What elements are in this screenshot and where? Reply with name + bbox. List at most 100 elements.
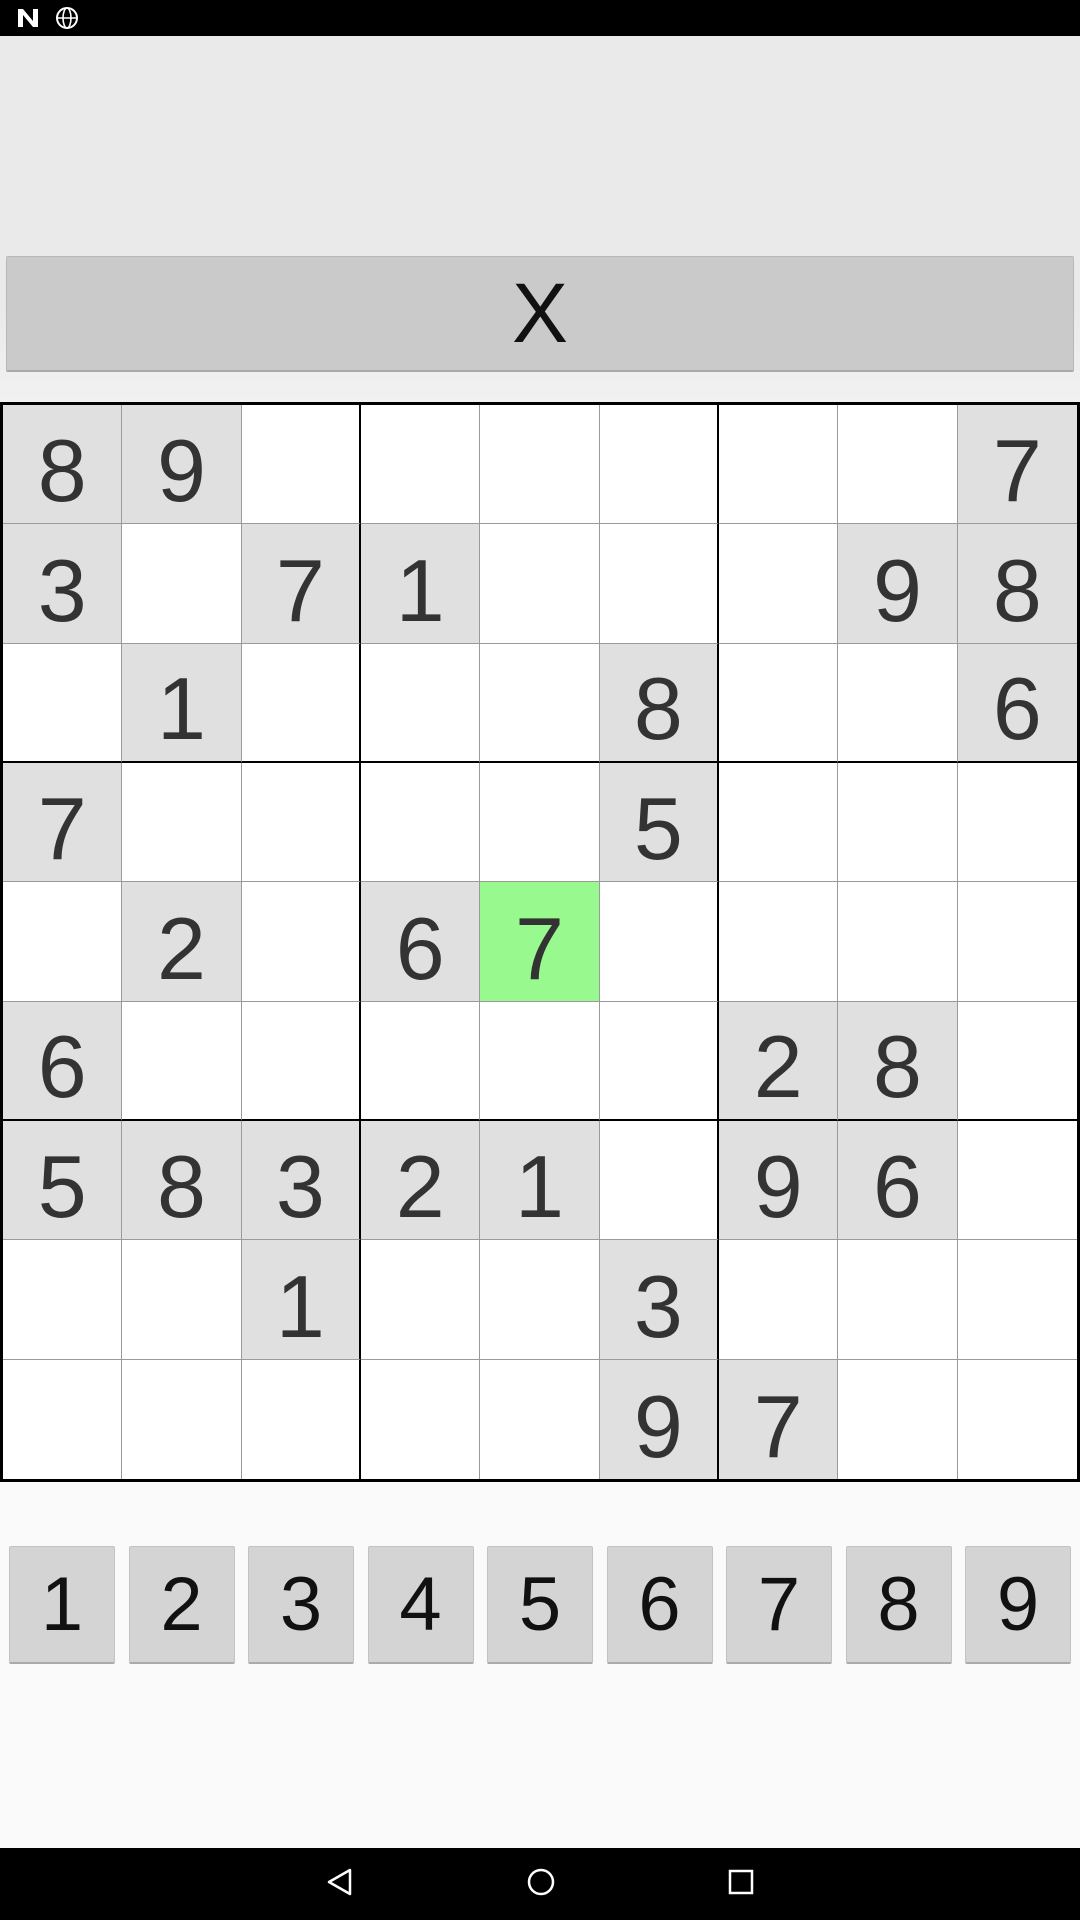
board-cell-r1c4[interactable] [361, 405, 481, 525]
board-cell-r5c7[interactable] [719, 882, 839, 1002]
board-cell-r1c9[interactable]: 7 [957, 405, 1077, 525]
board-cell-r4c7[interactable] [719, 763, 839, 883]
board-cell-r9c1[interactable] [3, 1359, 123, 1479]
app-header: X [0, 36, 1080, 402]
board-cell-r2c3[interactable]: 7 [241, 524, 361, 644]
board-cell-r8c4[interactable] [361, 1240, 481, 1360]
board-cell-r6c5[interactable] [480, 1001, 600, 1121]
board-cell-r3c1[interactable] [3, 643, 123, 763]
board-cell-r1c2[interactable]: 9 [122, 405, 242, 525]
board-cell-r5c3[interactable] [241, 882, 361, 1002]
board-cell-r7c8[interactable]: 6 [838, 1121, 958, 1241]
board-cell-r9c4[interactable] [361, 1359, 481, 1479]
home-icon[interactable] [526, 1867, 556, 1902]
board-cell-r2c4[interactable]: 1 [361, 524, 481, 644]
board-cell-r4c8[interactable] [838, 763, 958, 883]
board-cell-r4c9[interactable] [957, 763, 1077, 883]
board-cell-r2c5[interactable] [480, 524, 600, 644]
board-cell-r3c5[interactable] [480, 643, 600, 763]
board-cell-r1c7[interactable] [719, 405, 839, 525]
number-button-5[interactable]: 5 [487, 1546, 593, 1664]
board-cell-r2c7[interactable] [719, 524, 839, 644]
board-cell-r6c7[interactable]: 2 [719, 1001, 839, 1121]
board-cell-r6c4[interactable] [361, 1001, 481, 1121]
board-cell-r7c6[interactable] [599, 1121, 719, 1241]
board-cell-r9c7[interactable]: 7 [719, 1359, 839, 1479]
board-cell-r2c2[interactable] [122, 524, 242, 644]
board-cell-r2c1[interactable]: 3 [3, 524, 123, 644]
globe-icon [54, 5, 80, 31]
navigation-bar [0, 1848, 1080, 1920]
board-cell-r9c2[interactable] [122, 1359, 242, 1479]
board-cell-r1c8[interactable] [838, 405, 958, 525]
board-cell-r4c2[interactable] [122, 763, 242, 883]
recents-icon[interactable] [727, 1868, 755, 1901]
board-cell-r5c6[interactable] [599, 882, 719, 1002]
back-icon[interactable] [325, 1867, 355, 1902]
board-cell-r1c5[interactable] [480, 405, 600, 525]
board-cell-r7c1[interactable]: 5 [3, 1121, 123, 1241]
board-cell-r3c6[interactable]: 8 [599, 643, 719, 763]
board-cell-r4c5[interactable] [480, 763, 600, 883]
board-cell-r4c1[interactable]: 7 [3, 763, 123, 883]
board-cell-r9c8[interactable] [838, 1359, 958, 1479]
board-cell-r9c9[interactable] [958, 1360, 1077, 1479]
number-button-4[interactable]: 4 [367, 1546, 474, 1664]
number-button-7[interactable]: 7 [726, 1546, 832, 1664]
board-cell-r3c2[interactable]: 1 [122, 643, 242, 763]
board-cell-r6c1[interactable]: 6 [3, 1001, 123, 1121]
board-cell-r2c9[interactable]: 8 [957, 524, 1077, 644]
board-cell-r9c5[interactable] [480, 1359, 600, 1479]
board-cell-r3c8[interactable] [838, 643, 958, 763]
board-cell-r7c9[interactable] [957, 1121, 1077, 1241]
board-cell-r3c7[interactable] [719, 643, 839, 763]
number-button-2[interactable]: 2 [128, 1546, 235, 1664]
number-pad: 123456789 [0, 1546, 1080, 1664]
board-cell-r8c1[interactable] [3, 1240, 123, 1360]
number-button-1[interactable]: 1 [9, 1546, 115, 1664]
board-cell-r5c2[interactable]: 2 [122, 882, 242, 1002]
board-cell-r8c9[interactable] [957, 1240, 1077, 1360]
number-button-9[interactable]: 9 [965, 1546, 1071, 1664]
board-cell-r7c4[interactable]: 2 [361, 1121, 481, 1241]
board-cell-r5c5[interactable]: 7 [480, 882, 600, 1002]
board-cell-r8c2[interactable] [122, 1240, 242, 1360]
clear-button[interactable]: X [6, 256, 1074, 372]
board-cell-r8c5[interactable] [480, 1240, 600, 1360]
board-cell-r6c8[interactable]: 8 [838, 1001, 958, 1121]
sudoku-board: 897371981867526762858321961397 [0, 402, 1080, 1482]
number-button-3[interactable]: 3 [248, 1546, 354, 1664]
board-cell-r7c2[interactable]: 8 [122, 1121, 242, 1241]
board-cell-r9c6[interactable]: 9 [599, 1359, 719, 1479]
board-cell-r6c2[interactable] [122, 1001, 242, 1121]
board-cell-r5c1[interactable] [3, 882, 123, 1002]
board-cell-r1c6[interactable] [599, 405, 719, 525]
board-cell-r1c3[interactable] [241, 405, 361, 525]
board-cell-r6c6[interactable] [599, 1001, 719, 1121]
board-cell-r5c9[interactable] [957, 882, 1077, 1002]
board-cell-r5c4[interactable]: 6 [361, 882, 481, 1002]
board-cell-r6c3[interactable] [241, 1001, 361, 1121]
board-cell-r8c8[interactable] [838, 1240, 958, 1360]
board-cell-r7c5[interactable]: 1 [480, 1121, 600, 1241]
board-cell-r7c7[interactable]: 9 [719, 1121, 839, 1241]
board-cell-r2c8[interactable]: 9 [838, 524, 958, 644]
board-cell-r1c1[interactable]: 8 [3, 405, 123, 525]
board-cell-r8c3[interactable]: 1 [241, 1240, 361, 1360]
notification-n-icon [16, 7, 40, 29]
board-cell-r4c3[interactable] [241, 763, 361, 883]
board-cell-r6c9[interactable] [957, 1002, 1077, 1121]
board-cell-r8c6[interactable]: 3 [599, 1240, 719, 1360]
board-cell-r3c3[interactable] [241, 643, 361, 763]
number-button-6[interactable]: 6 [606, 1546, 713, 1664]
board-cell-r7c3[interactable]: 3 [241, 1121, 361, 1241]
board-cell-r9c3[interactable] [242, 1359, 361, 1479]
board-cell-r3c9[interactable]: 6 [957, 643, 1077, 763]
board-cell-r4c4[interactable] [361, 763, 481, 883]
board-cell-r4c6[interactable]: 5 [599, 763, 719, 883]
board-cell-r3c4[interactable] [361, 643, 481, 763]
board-cell-r8c7[interactable] [719, 1240, 839, 1360]
board-cell-r5c8[interactable] [838, 882, 958, 1002]
board-cell-r2c6[interactable] [599, 524, 719, 644]
number-button-8[interactable]: 8 [845, 1546, 952, 1664]
